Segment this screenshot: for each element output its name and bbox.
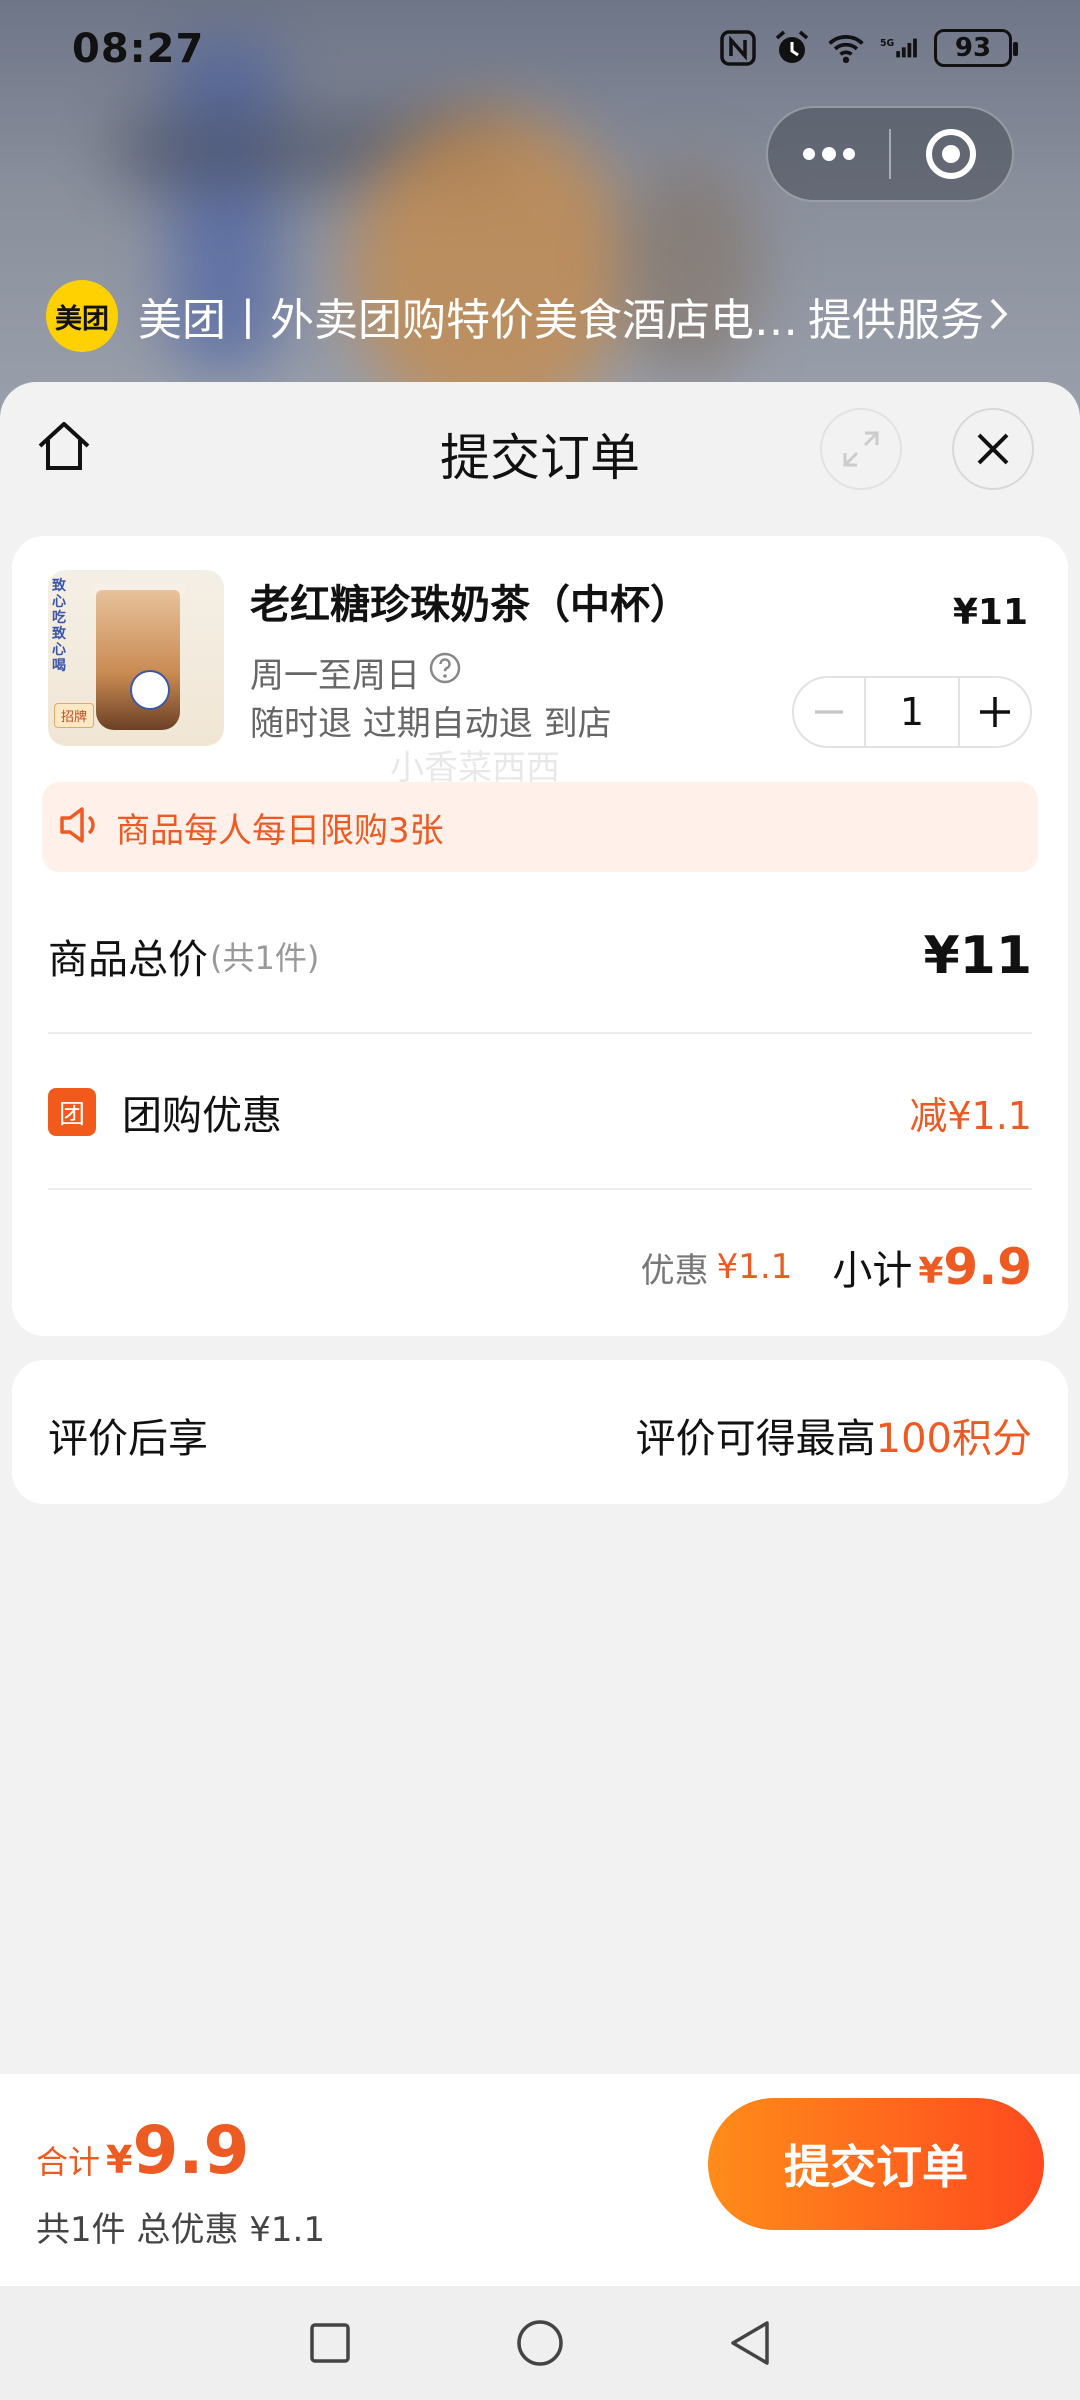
quantity-value[interactable]: 1	[864, 678, 960, 746]
wifi-icon	[826, 28, 866, 68]
grand-total-value: 9.9	[132, 2112, 250, 2189]
subtotal-row: 优惠 ¥1.1 小计 ¥ 9.9	[48, 1222, 1032, 1312]
group-discount-row[interactable]: 团 团购优惠 减¥1.1	[48, 1062, 1032, 1162]
sheet-header: 提交订单	[0, 382, 1080, 512]
product-image-badge: 招牌	[54, 703, 95, 728]
provider-suffix: 提供服务	[808, 295, 984, 346]
signal-5g-icon: 5G	[880, 28, 920, 68]
subtotal-value: 9.9	[943, 1238, 1032, 1296]
service-provider[interactable]: 美团 美团丨外卖团购特价美食酒店电… 提供服务	[46, 280, 1046, 352]
product-valid-days: 周一至周日	[250, 648, 462, 697]
plus-icon[interactable]	[960, 678, 1030, 746]
purchase-limit-text: 商品每人每日限购3张	[116, 810, 444, 851]
alarm-icon	[772, 28, 812, 68]
review-reward-text: 评价可得最高	[635, 1416, 876, 1462]
group-discount-label: 团购优惠	[122, 1093, 282, 1139]
minus-icon[interactable]	[794, 678, 864, 746]
review-reward: 评价可得最高100积分	[636, 1406, 1032, 1464]
system-nav-bar	[0, 2286, 1080, 2400]
grand-total-currency: ¥	[106, 2138, 133, 2182]
checkout-bar: 合计 ¥ 9.9 共1件 总优惠 ¥1.1 提交订单	[0, 2074, 1080, 2286]
review-points: 100积分	[875, 1416, 1032, 1462]
goods-total-label: 商品总价	[48, 937, 208, 983]
meituan-logo: 美团	[46, 280, 118, 352]
close-icon[interactable]	[952, 408, 1034, 490]
recent-apps-icon[interactable]	[300, 2313, 360, 2373]
speaker-icon	[58, 804, 104, 850]
subtotal-label: 小计	[832, 1248, 913, 1294]
capsule-menu	[766, 106, 1014, 202]
goods-total-row: 商品总价 (共1件) ¥11	[48, 906, 1032, 1006]
order-summary-text: 共1件 总优惠 ¥1.1	[36, 2210, 325, 2250]
watermark: 小香菜西西	[390, 748, 560, 788]
goods-total-value: ¥11	[923, 926, 1032, 986]
review-label: 评价后享	[48, 1416, 208, 1462]
home-circle-icon[interactable]	[510, 2313, 570, 2373]
grand-total-label: 合计	[36, 2143, 101, 2181]
group-buy-icon: 团	[48, 1088, 96, 1136]
provider-name: 美团丨外卖团购特价美食酒店电…	[138, 295, 798, 346]
goods-total-count: (共1件)	[210, 939, 320, 977]
status-bar: 08:27 5G 93	[0, 0, 1080, 100]
purchase-limit-notice: 商品每人每日限购3张	[42, 782, 1038, 872]
nfc-icon	[718, 28, 758, 68]
discount-value: ¥1.1	[716, 1247, 793, 1287]
svg-text:5G: 5G	[880, 38, 894, 49]
divider	[48, 1032, 1032, 1034]
subtotal-currency: ¥	[918, 1250, 944, 1292]
product-price: ¥11	[952, 592, 1028, 633]
brand-logo-icon	[130, 670, 170, 710]
help-icon[interactable]	[428, 651, 462, 694]
divider	[48, 1188, 1032, 1190]
grand-total: 合计 ¥ 9.9	[36, 2112, 249, 2189]
order-sheet: 提交订单 致心吃 致心喝 招牌 老红糖珍珠奶茶（中杯） ¥11 周一至周日 随时…	[0, 382, 1080, 2282]
target-circle-icon[interactable]	[891, 108, 1012, 200]
battery-icon: 93	[934, 29, 1018, 67]
quantity-stepper: 1	[792, 676, 1032, 748]
chevron-right-icon	[988, 294, 1010, 338]
product-image[interactable]: 致心吃 致心喝 招牌	[48, 570, 224, 746]
submit-order-button[interactable]: 提交订单	[708, 2098, 1044, 2230]
status-icons: 5G 93	[718, 28, 1018, 68]
product-name: 老红糖珍珠奶茶（中杯）	[250, 582, 690, 628]
status-time: 08:27	[72, 26, 205, 72]
group-discount-value: 减¥1.1	[909, 1093, 1032, 1138]
order-card: 致心吃 致心喝 招牌 老红糖珍珠奶茶（中杯） ¥11 周一至周日 随时退 过期自…	[12, 536, 1068, 1336]
more-dots-icon[interactable]	[768, 108, 889, 200]
discount-label: 优惠	[640, 1250, 709, 1291]
valid-days-text: 周一至周日	[250, 656, 420, 696]
back-icon[interactable]	[720, 2313, 780, 2373]
expand-icon[interactable]	[820, 408, 902, 490]
product-tags: 随时退 过期自动退 到店	[250, 704, 612, 744]
product-image-text: 致心吃 致心喝	[52, 578, 66, 674]
review-card[interactable]: 评价后享 评价可得最高100积分	[12, 1360, 1068, 1504]
page-title: 提交订单	[440, 429, 640, 487]
